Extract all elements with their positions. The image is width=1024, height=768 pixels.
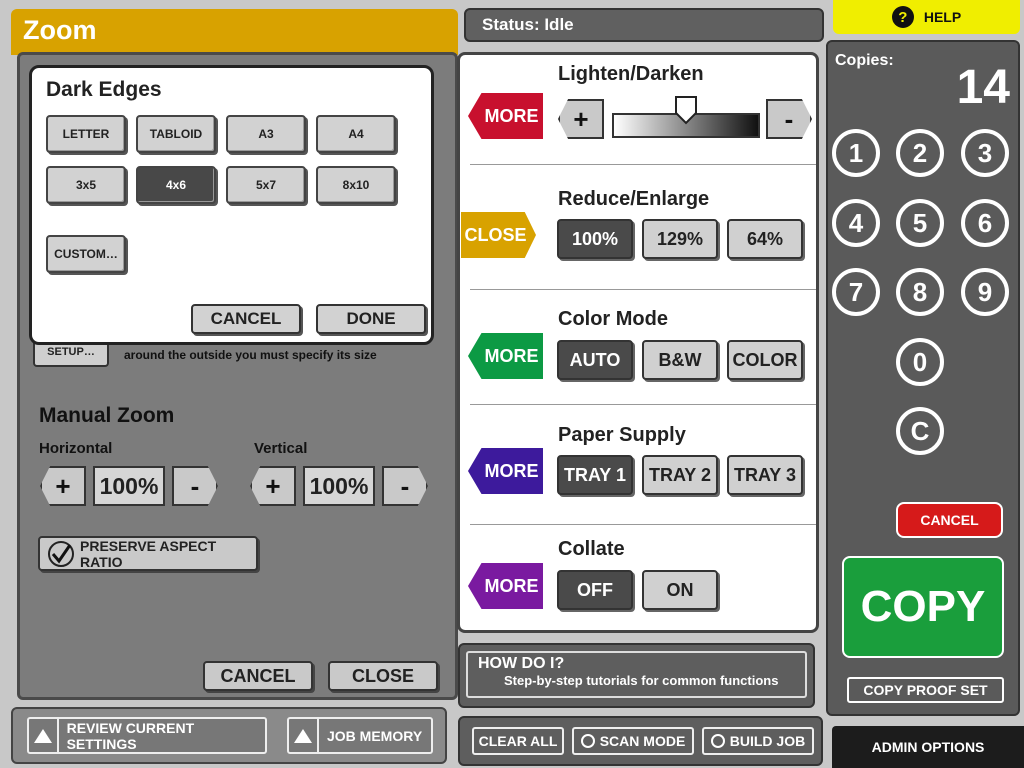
bottom-left-bar: REVIEW CURRENT SETTINGS JOB MEMORY xyxy=(11,707,447,764)
copies-count: 14 xyxy=(956,61,1010,114)
dark-edges-title: Dark Edges xyxy=(46,78,162,101)
paper-supply-tray3-button[interactable]: TRAY 3 xyxy=(727,455,803,495)
admin-options-button[interactable]: ADMIN OPTIONS xyxy=(832,726,1024,768)
collate-off-button[interactable]: OFF xyxy=(557,570,633,610)
dialog-cancel-button[interactable]: CANCEL xyxy=(191,304,301,334)
build-job-button[interactable]: BUILD JOB xyxy=(702,727,814,755)
bottom-center-bar: CLEAR ALL SCAN MODE BUILD JOB xyxy=(458,716,823,766)
paper-supply-tray2-button[interactable]: TRAY 2 xyxy=(642,455,718,495)
reduce-enlarge-100-button[interactable]: 100% xyxy=(557,219,633,259)
horizontal-zoom-value: 100% xyxy=(93,466,165,506)
status-bar: Status: Idle xyxy=(464,8,824,42)
copies-cancel-button[interactable]: CANCEL xyxy=(896,502,1003,538)
color-mode-title: Color Mode xyxy=(558,308,668,330)
setup-hint: around the outside you must specify its … xyxy=(124,348,377,362)
review-current-settings-button[interactable]: REVIEW CURRENT SETTINGS xyxy=(27,717,267,754)
lighten-darken-more-button[interactable]: MORE xyxy=(468,93,543,139)
minus-icon: - xyxy=(400,470,410,501)
paper-size-5x7-button[interactable]: 5x7 xyxy=(226,166,306,204)
keypad-2-button[interactable]: 2 xyxy=(896,129,944,177)
paper-size-a4-button[interactable]: A4 xyxy=(316,115,396,153)
question-icon: ? xyxy=(891,6,914,28)
zoom-cancel-button[interactable]: CANCEL xyxy=(203,661,313,691)
lighten-darken-slider[interactable] xyxy=(612,96,760,138)
color-mode-auto-button[interactable]: AUTO xyxy=(557,340,633,380)
slider-thumb[interactable] xyxy=(674,95,698,125)
dialog-done-button[interactable]: DONE xyxy=(316,304,426,334)
copies-label: Copies: xyxy=(835,52,894,69)
keypad-7-button[interactable]: 7 xyxy=(832,268,880,316)
zoom-panel-title: Zoom xyxy=(11,9,458,55)
reduce-enlarge-64-button[interactable]: 64% xyxy=(727,219,803,259)
section-divider xyxy=(470,524,816,525)
job-memory-button[interactable]: JOB MEMORY xyxy=(287,717,433,754)
manual-zoom-title: Manual Zoom xyxy=(39,404,175,427)
preserve-aspect-ratio-toggle[interactable]: PRESERVE ASPECT RATIO xyxy=(38,536,258,571)
color-mode-more-button[interactable]: MORE xyxy=(468,333,543,379)
paper-supply-title: Paper Supply xyxy=(558,424,686,446)
keypad-5-button[interactable]: 5 xyxy=(896,199,944,247)
how-do-i-button[interactable]: HOW DO I? Step-by-step tutorials for com… xyxy=(466,651,807,698)
how-do-i-panel: HOW DO I? Step-by-step tutorials for com… xyxy=(458,643,815,708)
keypad-3-button[interactable]: 3 xyxy=(961,129,1009,177)
keypad-0-button[interactable]: 0 xyxy=(896,338,944,386)
collate-on-button[interactable]: ON xyxy=(642,570,718,610)
clear-all-button[interactable]: CLEAR ALL xyxy=(472,727,564,755)
keypad-4-button[interactable]: 4 xyxy=(832,199,880,247)
keypad-1-button[interactable]: 1 xyxy=(832,129,880,177)
minus-icon: - xyxy=(190,470,200,501)
help-button[interactable]: ? HELP xyxy=(833,0,1020,34)
plus-icon: + xyxy=(55,470,71,501)
lighten-darken-title: Lighten/Darken xyxy=(558,63,704,85)
color-mode-bw-button[interactable]: B&W xyxy=(642,340,718,380)
copy-proof-set-button[interactable]: COPY PROOF SET xyxy=(847,677,1004,703)
scan-mode-button[interactable]: SCAN MODE xyxy=(572,727,694,755)
copy-button[interactable]: COPY xyxy=(842,556,1004,658)
section-divider xyxy=(470,164,816,165)
preserve-aspect-ratio-label: PRESERVE ASPECT RATIO xyxy=(80,537,217,570)
triangle-up-icon xyxy=(289,719,319,752)
keypad-9-button[interactable]: 9 xyxy=(961,268,1009,316)
paper-size-4x6-button[interactable]: 4x6 xyxy=(136,166,216,204)
paper-supply-more-button[interactable]: MORE xyxy=(468,448,543,494)
help-label: HELP xyxy=(923,9,962,25)
paper-size-8x10-button[interactable]: 8x10 xyxy=(316,166,396,204)
how-do-i-title: HOW DO I? xyxy=(478,655,565,672)
triangle-up-icon xyxy=(29,719,59,752)
review-current-settings-label: REVIEW CURRENT SETTINGS xyxy=(66,719,195,752)
plus-icon: + xyxy=(573,103,589,134)
paper-size-letter-button[interactable]: LETTER xyxy=(46,115,126,153)
minus-icon: - xyxy=(784,103,794,134)
paper-size-a3-button[interactable]: A3 xyxy=(226,115,306,153)
section-divider xyxy=(470,404,816,405)
vertical-label: Vertical xyxy=(254,440,308,457)
reduce-enlarge-129-button[interactable]: 129% xyxy=(642,219,718,259)
build-job-label: BUILD JOB xyxy=(729,733,806,749)
paper-size-3x5-button[interactable]: 3x5 xyxy=(46,166,126,204)
setup-button[interactable]: SETUP… xyxy=(33,343,109,367)
custom-size-button[interactable]: CUSTOM… xyxy=(46,235,126,273)
keypad-8-button[interactable]: 8 xyxy=(896,268,944,316)
job-memory-label: JOB MEMORY xyxy=(327,727,423,744)
keypad-clear-button[interactable]: C xyxy=(896,407,944,455)
paper-size-tabloid-button[interactable]: TABLOID xyxy=(136,115,216,153)
section-divider xyxy=(470,289,816,290)
keypad-6-button[interactable]: 6 xyxy=(961,199,1009,247)
reduce-enlarge-close-button[interactable]: CLOSE xyxy=(461,212,536,258)
vertical-zoom-value: 100% xyxy=(303,466,375,506)
how-do-i-subtitle: Step-by-step tutorials for common functi… xyxy=(504,673,779,688)
horizontal-label: Horizontal xyxy=(39,440,113,457)
color-mode-color-button[interactable]: COLOR xyxy=(727,340,803,380)
dark-edges-dialog: Dark Edges LETTER TABLOID A3 A4 3x5 4x6 … xyxy=(29,65,434,345)
collate-more-button[interactable]: MORE xyxy=(468,563,543,609)
collate-title: Collate xyxy=(558,538,625,560)
plus-icon: + xyxy=(265,470,281,501)
checkmark-icon xyxy=(48,540,74,567)
zoom-close-button[interactable]: CLOSE xyxy=(328,661,438,691)
radio-circle-icon xyxy=(710,734,725,748)
reduce-enlarge-title: Reduce/Enlarge xyxy=(558,188,710,210)
paper-supply-tray1-button[interactable]: TRAY 1 xyxy=(557,455,633,495)
radio-circle-icon xyxy=(580,734,595,748)
scan-mode-label: SCAN MODE xyxy=(599,733,686,749)
